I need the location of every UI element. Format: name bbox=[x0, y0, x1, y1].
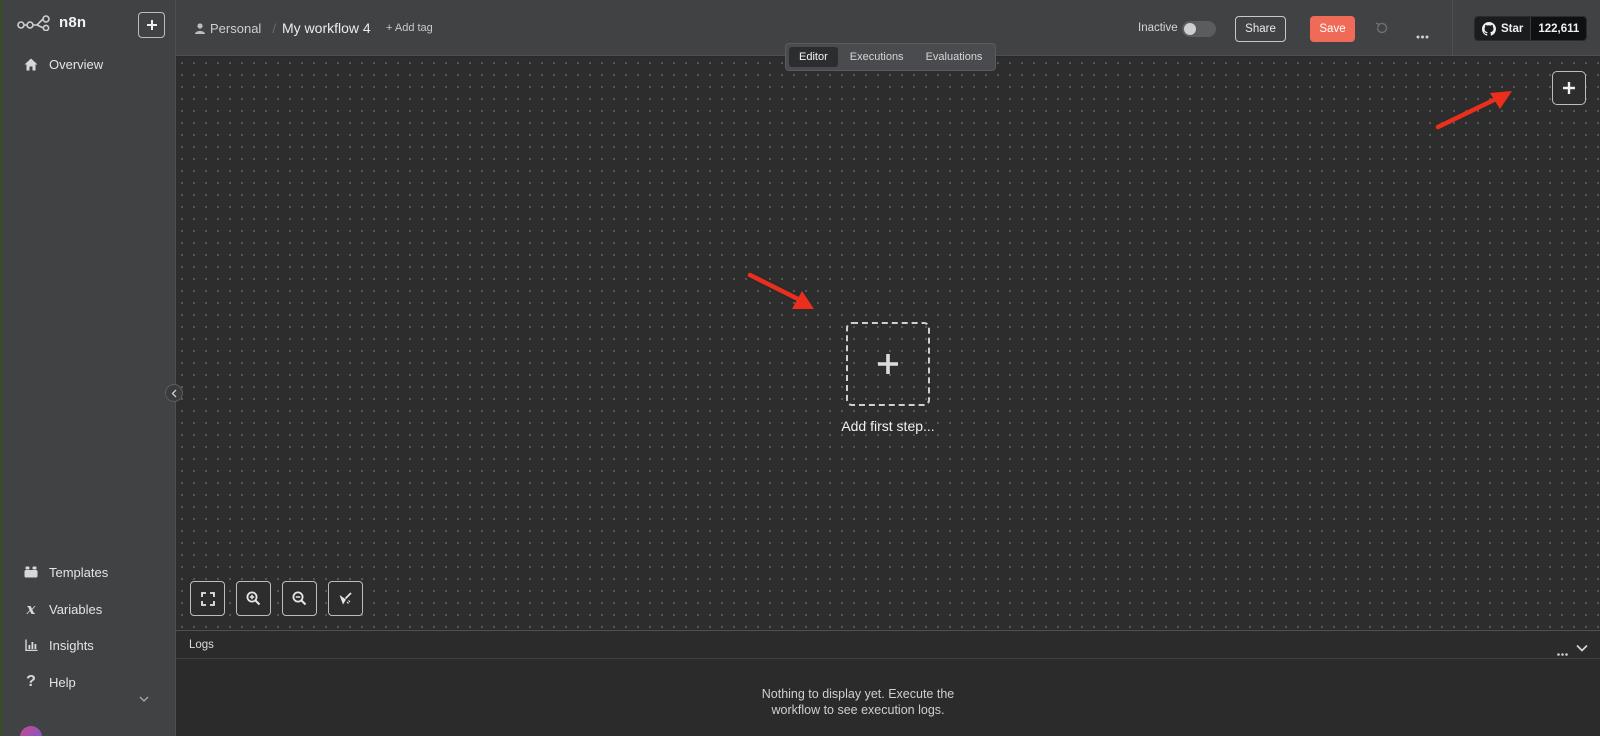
sidebar: n8n Overview Templates x Variables Insig… bbox=[3, 0, 176, 736]
logs-header[interactable]: Logs bbox=[176, 631, 1600, 659]
avatar[interactable] bbox=[20, 726, 42, 736]
sidebar-item-insights[interactable]: Insights bbox=[23, 637, 94, 653]
header-divider bbox=[1452, 0, 1453, 56]
sidebar-item-help[interactable]: ? Help bbox=[23, 673, 76, 690]
zoom-in-icon bbox=[246, 591, 261, 606]
sidebar-item-label: Templates bbox=[49, 564, 109, 580]
logs-panel: Logs Nothing to display yet. Execute the… bbox=[176, 630, 1600, 736]
add-first-step-label: Add first step... bbox=[841, 418, 935, 434]
save-button[interactable]: Save bbox=[1310, 16, 1355, 42]
zoom-in-button[interactable] bbox=[236, 581, 271, 616]
annotation-arrow-icon bbox=[747, 272, 814, 309]
templates-icon bbox=[23, 564, 39, 580]
toggle-knob bbox=[1184, 23, 1196, 35]
workflow-canvas[interactable]: Add first step... bbox=[176, 57, 1600, 630]
github-star-count: 122,611 bbox=[1530, 17, 1587, 40]
more-options-icon[interactable] bbox=[1416, 26, 1429, 44]
tab-editor[interactable]: Editor bbox=[789, 47, 838, 67]
create-new-button[interactable] bbox=[138, 12, 165, 38]
n8n-logo-icon bbox=[17, 14, 50, 31]
plus-icon bbox=[878, 354, 898, 374]
breadcrumb[interactable]: Personal / bbox=[195, 21, 276, 36]
plus-icon bbox=[1563, 82, 1575, 94]
history-icon[interactable] bbox=[1375, 21, 1389, 40]
zoom-out-button[interactable] bbox=[282, 581, 317, 616]
chevron-down-icon[interactable] bbox=[139, 689, 149, 707]
sidebar-item-label: Insights bbox=[49, 637, 94, 653]
sidebar-item-templates[interactable]: Templates bbox=[23, 564, 108, 580]
fullscreen-icon bbox=[200, 591, 215, 606]
add-tag-button[interactable]: + Add tag bbox=[386, 22, 433, 34]
app-name: n8n bbox=[59, 14, 87, 31]
open-nodes-panel-button[interactable] bbox=[1552, 71, 1586, 105]
logs-title: Logs bbox=[189, 639, 214, 651]
sidebar-item-overview[interactable]: Overview bbox=[23, 56, 103, 72]
sidebar-item-label: Help bbox=[49, 674, 76, 690]
chevron-left-icon bbox=[171, 389, 177, 397]
chevron-down-icon[interactable] bbox=[1576, 639, 1588, 657]
more-options-icon[interactable] bbox=[1557, 643, 1568, 661]
broom-icon bbox=[339, 592, 352, 605]
github-star-button[interactable]: Star 122,611 bbox=[1474, 16, 1588, 41]
app-logo[interactable]: n8n bbox=[17, 14, 86, 31]
workflow-name[interactable]: My workflow 4 bbox=[282, 20, 371, 36]
sidebar-item-label: Overview bbox=[49, 56, 104, 72]
share-button[interactable]: Share bbox=[1235, 16, 1286, 42]
zoom-out-icon bbox=[292, 591, 307, 606]
user-icon bbox=[195, 23, 205, 34]
variables-icon: x bbox=[26, 600, 36, 618]
github-icon bbox=[1482, 21, 1496, 36]
collapse-sidebar-button[interactable] bbox=[165, 384, 183, 402]
add-first-step-button[interactable] bbox=[846, 322, 930, 406]
home-icon bbox=[23, 56, 39, 72]
insights-icon bbox=[23, 637, 39, 653]
github-star-label: Star bbox=[1501, 22, 1524, 35]
zoom-to-fit-button[interactable] bbox=[190, 581, 225, 616]
tidy-up-button[interactable] bbox=[328, 581, 363, 616]
logs-empty-message: Nothing to display yet. Execute the work… bbox=[761, 687, 955, 717]
workflow-status-label: Inactive bbox=[1138, 22, 1178, 34]
github-star[interactable]: Star bbox=[1475, 17, 1531, 40]
tab-evaluations[interactable]: Evaluations bbox=[916, 47, 993, 67]
tab-executions[interactable]: Executions bbox=[840, 47, 914, 67]
help-icon: ? bbox=[26, 673, 36, 690]
breadcrumb-separator: / bbox=[272, 21, 276, 36]
view-tabs: Editor Executions Evaluations bbox=[785, 43, 997, 71]
active-toggle[interactable] bbox=[1182, 21, 1216, 37]
sidebar-item-variables[interactable]: x Variables bbox=[23, 600, 103, 618]
annotation-arrow-icon bbox=[1435, 91, 1512, 130]
project-name: Personal bbox=[210, 21, 262, 36]
sidebar-item-label: Variables bbox=[49, 601, 103, 617]
plus-icon bbox=[146, 20, 157, 30]
